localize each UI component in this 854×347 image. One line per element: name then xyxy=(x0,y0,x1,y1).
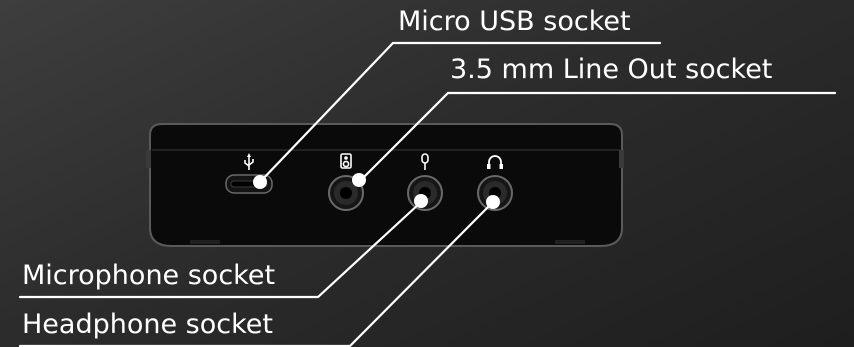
dot-microphone xyxy=(414,194,428,208)
label-headphone-socket: Headphone socket xyxy=(22,309,273,340)
label-microphone-socket: Microphone socket xyxy=(22,260,276,291)
dot-headphone xyxy=(486,195,500,209)
label-line-out-socket: 3.5 mm Line Out socket xyxy=(450,54,773,85)
label-micro-usb-socket: Micro USB socket xyxy=(398,6,631,37)
dot-line-out xyxy=(352,173,366,187)
device-diagram xyxy=(18,41,837,347)
audio-interface-device xyxy=(146,123,624,247)
dot-micro-usb xyxy=(253,175,267,189)
